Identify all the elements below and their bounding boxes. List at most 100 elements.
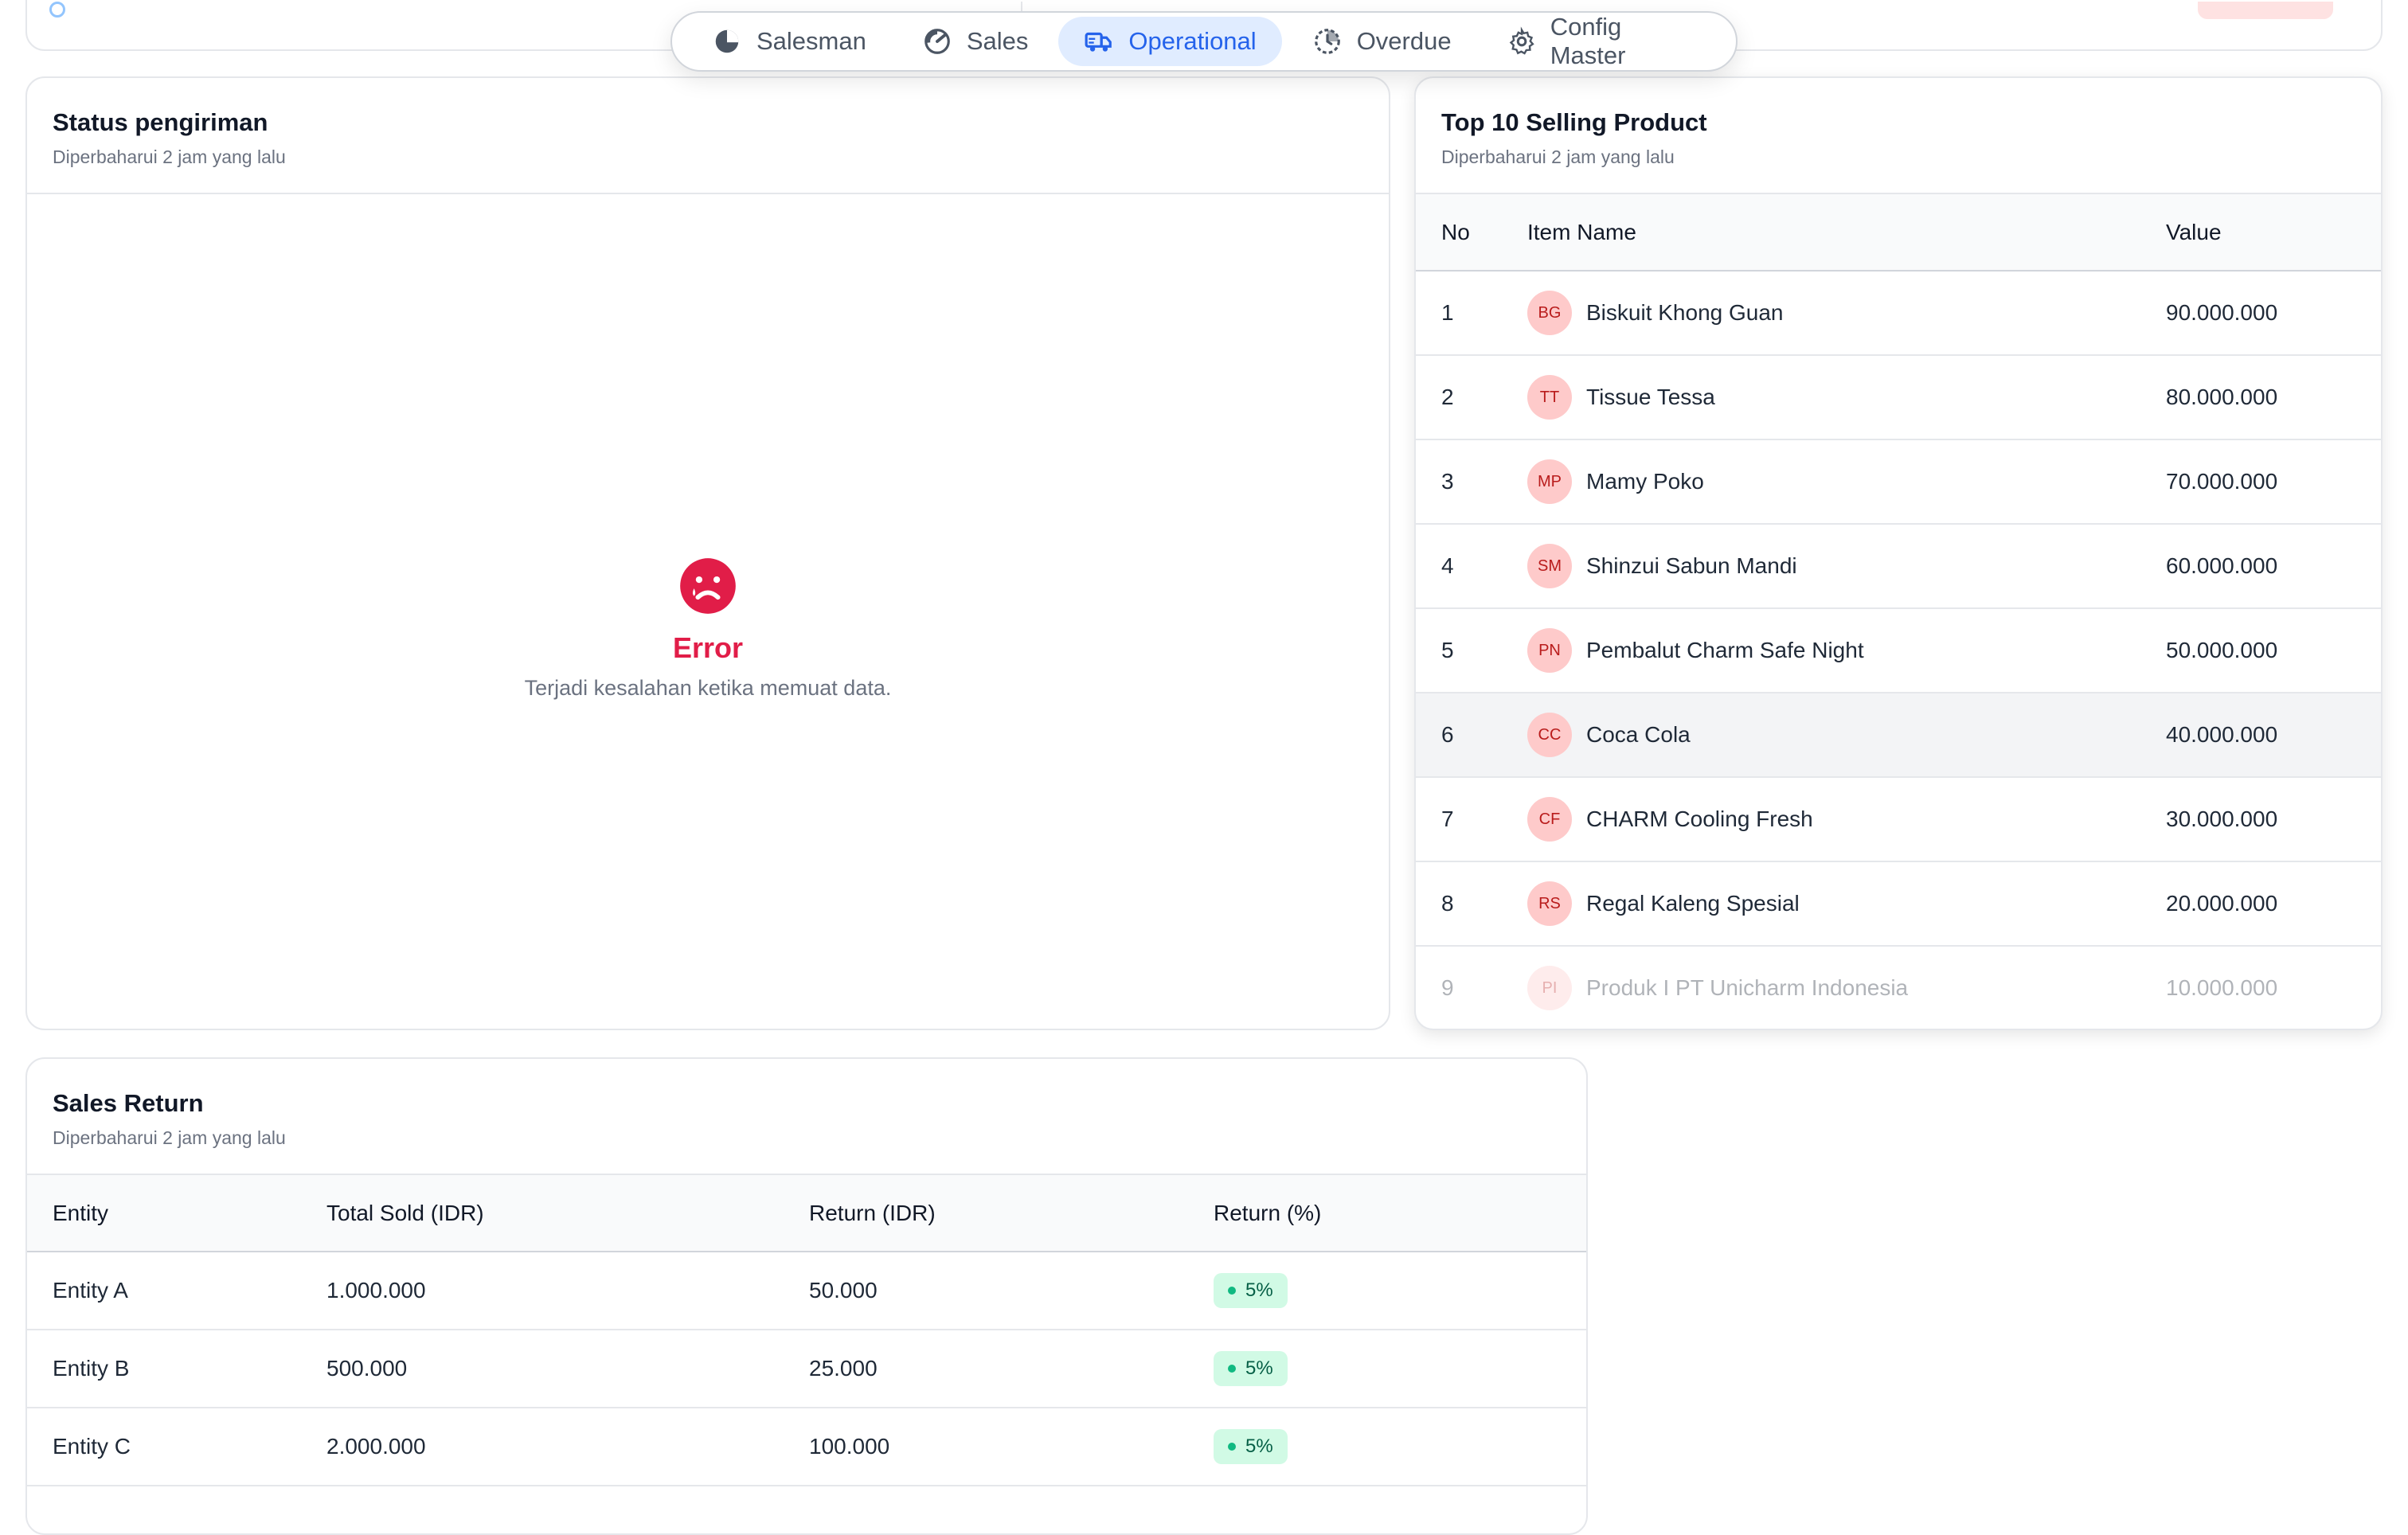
tab-label: Sales bbox=[966, 27, 1029, 55]
card-header: Status pengiriman Diperbaharui 2 jam yan… bbox=[27, 78, 1389, 194]
sad-face-icon bbox=[680, 558, 736, 614]
card-updated-text: Diperbaharui 2 jam yang lalu bbox=[53, 1127, 286, 1148]
status-dot bbox=[1228, 1443, 1236, 1451]
table-row[interactable]: 9 PI Produk I PT Unicharm Indonesia 10.00… bbox=[1416, 946, 2381, 1029]
column-header-value[interactable]: Value bbox=[2166, 194, 2381, 271]
return-pct: 5% bbox=[1245, 1435, 1273, 1457]
table-row[interactable]: 6 CC Coca Cola 40.000.000 bbox=[1416, 693, 2381, 778]
item-cell: BG Biskuit Khong Guan bbox=[1527, 271, 2166, 356]
truck-icon bbox=[1085, 32, 1112, 52]
info-icon bbox=[49, 2, 65, 18]
return-pct-cell: 5% bbox=[1214, 1408, 1586, 1486]
error-message: Terjadi kesalahan ketika memuat data. bbox=[524, 676, 892, 700]
tab-label: Salesman bbox=[756, 27, 866, 55]
tab-label: Config Master bbox=[1550, 13, 1626, 69]
avatar: RS bbox=[1527, 881, 1572, 926]
item-cell: PN Pembalut Charm Safe Night bbox=[1527, 608, 2166, 693]
item-name: Coca Cola bbox=[1586, 722, 1691, 747]
tab-label: Overdue bbox=[1356, 27, 1452, 55]
return-pct-badge: 5% bbox=[1214, 1273, 1288, 1308]
table-row[interactable]: 1 BG Biskuit Khong Guan 90.000.000 bbox=[1416, 271, 2381, 356]
item-cell: TT Tissue Tessa bbox=[1527, 355, 2166, 440]
table-row[interactable]: 7 CF CHARM Cooling Fresh 30.000.000 bbox=[1416, 777, 2381, 862]
clock-icon bbox=[1314, 29, 1340, 54]
item-name: CHARM Cooling Fresh bbox=[1586, 807, 1813, 831]
tab-label: Operational bbox=[1128, 27, 1257, 55]
item-name: Biskuit Khong Guan bbox=[1586, 300, 1784, 325]
item-name: Regal Kaleng Spesial bbox=[1586, 891, 1800, 916]
item-cell: MP Mamy Poko bbox=[1527, 439, 2166, 525]
return-pct-badge: 5% bbox=[1214, 1351, 1288, 1386]
avatar: CF bbox=[1527, 797, 1572, 842]
avatar: TT bbox=[1527, 375, 1572, 420]
avatar: BG bbox=[1527, 291, 1572, 335]
return-pct: 5% bbox=[1245, 1279, 1273, 1301]
table-row[interactable]: Entity B 500.000 25.000 5% bbox=[27, 1330, 1586, 1408]
tab-overdue[interactable]: Overdue bbox=[1287, 17, 1477, 66]
table-row[interactable]: 2 TT Tissue Tessa 80.000.000 bbox=[1416, 355, 2381, 440]
item-cell: CF CHARM Cooling Fresh bbox=[1527, 777, 2166, 862]
table-row[interactable]: 8 RS Regal Kaleng Spesial 20.000.000 bbox=[1416, 861, 2381, 947]
status-badge bbox=[2198, 2, 2333, 19]
table-header-row: Entity Total Sold (IDR) Return (IDR) Ret… bbox=[27, 1175, 1586, 1252]
item-name: Tissue Tessa bbox=[1586, 385, 1715, 409]
item-value: 40.000.000 bbox=[2166, 693, 2381, 778]
tab-operational[interactable]: Operational bbox=[1058, 17, 1282, 66]
card-header: Sales Return Diperbaharui 2 jam yang lal… bbox=[27, 1059, 1586, 1175]
row-number: 7 bbox=[1416, 777, 1527, 862]
return-amount: 100.000 bbox=[809, 1408, 1214, 1486]
total-sold: 500.000 bbox=[326, 1330, 809, 1408]
item-value: 70.000.000 bbox=[2166, 439, 2381, 525]
status-dot bbox=[1228, 1287, 1236, 1295]
column-header-return-pct[interactable]: Return (%) bbox=[1214, 1175, 1586, 1252]
item-value: 90.000.000 bbox=[2166, 271, 2381, 356]
column-header-return-idr[interactable]: Return (IDR) bbox=[809, 1175, 1214, 1252]
card-updated-text: Diperbaharui 2 jam yang lalu bbox=[53, 146, 286, 167]
table-row[interactable]: Entity A 1.000.000 50.000 5% bbox=[27, 1252, 1586, 1330]
sales-return-card: Sales Return Diperbaharui 2 jam yang lal… bbox=[25, 1057, 1588, 1535]
item-cell: CC Coca Cola bbox=[1527, 693, 2166, 778]
card-title: Top 10 Selling Product bbox=[1441, 108, 1707, 136]
total-sold: 1.000.000 bbox=[326, 1252, 809, 1330]
column-header-entity[interactable]: Entity bbox=[27, 1175, 326, 1252]
return-pct-cell: 5% bbox=[1214, 1252, 1586, 1330]
column-header-total-sold[interactable]: Total Sold (IDR) bbox=[326, 1175, 809, 1252]
status-dot bbox=[1228, 1365, 1236, 1373]
avatar: PN bbox=[1527, 628, 1572, 673]
gauge-icon bbox=[924, 29, 950, 54]
row-number: 2 bbox=[1416, 355, 1527, 440]
avatar: PI bbox=[1527, 966, 1572, 1010]
row-number: 6 bbox=[1416, 693, 1527, 778]
total-sold: 2.000.000 bbox=[326, 1408, 809, 1486]
item-name: Mamy Poko bbox=[1586, 469, 1704, 494]
item-name: Shinzui Sabun Mandi bbox=[1586, 553, 1797, 578]
table-row[interactable]: Entity C 2.000.000 100.000 5% bbox=[27, 1408, 1586, 1486]
item-cell: SM Shinzui Sabun Mandi bbox=[1527, 524, 2166, 609]
table-row[interactable]: 3 MP Mamy Poko 70.000.000 bbox=[1416, 439, 2381, 525]
return-amount: 25.000 bbox=[809, 1330, 1214, 1408]
table-row[interactable]: 5 PN Pembalut Charm Safe Night 50.000.000 bbox=[1416, 608, 2381, 693]
item-name: Pembalut Charm Safe Night bbox=[1586, 638, 1864, 662]
status-pengiriman-card: Status pengiriman Diperbaharui 2 jam yan… bbox=[25, 76, 1390, 1030]
row-number: 1 bbox=[1416, 271, 1527, 356]
tab-config-master[interactable]: Config Master bbox=[1482, 13, 1722, 69]
tab-sales[interactable]: Sales bbox=[897, 17, 1054, 66]
avatar: MP bbox=[1527, 459, 1572, 504]
row-number: 5 bbox=[1416, 608, 1527, 693]
avatar: CC bbox=[1527, 713, 1572, 757]
row-number: 9 bbox=[1416, 946, 1527, 1029]
column-header-no[interactable]: No bbox=[1416, 194, 1527, 271]
row-number: 4 bbox=[1416, 524, 1527, 609]
tab-salesman[interactable]: Salesman bbox=[686, 17, 892, 66]
item-name: Produk I PT Unicharm Indonesia bbox=[1586, 975, 1909, 1000]
pie-chart-icon bbox=[715, 29, 739, 53]
item-value: 50.000.000 bbox=[2166, 608, 2381, 693]
error-title: Error bbox=[672, 631, 744, 664]
item-value: 30.000.000 bbox=[2166, 777, 2381, 862]
column-header-item-name[interactable]: Item Name bbox=[1527, 194, 2166, 271]
gear-icon bbox=[1509, 26, 1534, 55]
return-pct-cell: 5% bbox=[1214, 1330, 1586, 1408]
table-row[interactable]: 4 SM Shinzui Sabun Mandi 60.000.000 bbox=[1416, 524, 2381, 609]
item-value: 80.000.000 bbox=[2166, 355, 2381, 440]
top-products-table: No Item Name Value 1 BG Biskuit Khong Gua… bbox=[1416, 194, 2381, 1029]
